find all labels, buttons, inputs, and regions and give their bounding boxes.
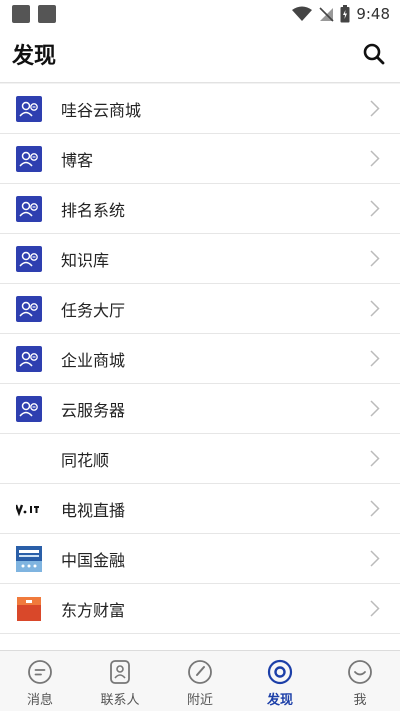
tv-logo-icon — [16, 504, 39, 517]
chevron-right-icon — [370, 200, 380, 217]
discover-list: 哇谷云商城 博客 排名系统 知识库 任务大厅 企业商城 云服务器 同花顺 电视直… — [0, 84, 400, 634]
discover-icon — [267, 659, 293, 685]
list-item[interactable]: 哇谷云商城 — [0, 84, 400, 134]
compass-icon — [188, 660, 212, 684]
contact-card-icon — [16, 346, 42, 372]
battery-icon — [340, 5, 350, 23]
tab-nearby[interactable]: 附近 — [160, 651, 240, 711]
status-bar: 9:48 — [0, 0, 400, 28]
list-item[interactable]: 云服务器 — [0, 384, 400, 434]
app-bar: 发现 — [0, 28, 400, 83]
chevron-right-icon — [370, 100, 380, 117]
finance-logo-icon — [16, 546, 42, 572]
page-title: 发现 — [12, 44, 57, 69]
tab-label: 附近 — [186, 693, 213, 708]
contact-card-icon — [16, 196, 42, 222]
chevron-right-icon — [370, 500, 380, 517]
status-time: 9:48 — [356, 5, 390, 23]
list-item[interactable]: 东方财富 — [0, 584, 400, 634]
notification-icon — [38, 5, 56, 23]
contacts-icon — [110, 660, 130, 684]
red-book-icon — [17, 597, 41, 621]
list-item-label: 企业商城 — [61, 351, 126, 370]
chevron-right-icon — [370, 300, 380, 317]
list-item-label: 中国金融 — [61, 551, 126, 570]
list-item-label: 电视直播 — [61, 501, 126, 520]
list-item-label: 云服务器 — [61, 401, 126, 420]
list-item-label: 同花顺 — [61, 451, 110, 470]
tab-label: 联系人 — [100, 693, 140, 708]
chevron-right-icon — [370, 400, 380, 417]
list-item — [0, 634, 400, 651]
smile-icon — [348, 660, 372, 684]
contact-card-icon — [16, 246, 42, 272]
list-item[interactable]: 博客 — [0, 134, 400, 184]
wifi-icon — [292, 6, 313, 21]
chevron-right-icon — [370, 250, 380, 267]
contact-card-icon — [16, 146, 42, 172]
list-item[interactable]: 电视直播 — [0, 484, 400, 534]
chevron-right-icon — [370, 150, 380, 167]
no-signal-icon — [319, 7, 334, 22]
chevron-right-icon — [370, 450, 380, 467]
notification-icon — [12, 5, 30, 23]
tab-label: 消息 — [26, 693, 53, 708]
tab-me[interactable]: 我 — [320, 651, 400, 711]
tab-contacts[interactable]: 联系人 — [80, 651, 160, 711]
list-item[interactable]: 同花顺 — [0, 434, 400, 484]
tab-messages[interactable]: 消息 — [0, 651, 80, 711]
list-item-label: 博客 — [61, 151, 94, 170]
chevron-right-icon — [370, 600, 380, 617]
contact-card-icon — [16, 96, 42, 122]
contact-card-icon — [16, 296, 42, 322]
list-item-label: 排名系统 — [61, 201, 126, 220]
chevron-right-icon — [370, 550, 380, 567]
list-item-label: 东方财富 — [61, 601, 126, 620]
list-item-label: 哇谷云商城 — [61, 101, 142, 120]
bottom-tab-bar: 消息 联系人 附近 发现 我 — [0, 650, 400, 711]
tab-label: 我 — [353, 693, 367, 708]
tab-label: 发现 — [266, 693, 293, 708]
chevron-right-icon — [370, 350, 380, 367]
list-item[interactable]: 知识库 — [0, 234, 400, 284]
list-item-label: 任务大厅 — [61, 301, 126, 320]
tab-discover[interactable]: 发现 — [240, 651, 320, 711]
list-item[interactable]: 中国金融 — [0, 534, 400, 584]
list-item[interactable]: 企业商城 — [0, 334, 400, 384]
list-item[interactable]: 任务大厅 — [0, 284, 400, 334]
list-item-label: 知识库 — [61, 251, 110, 270]
message-icon — [28, 660, 52, 684]
search-icon[interactable] — [362, 42, 386, 66]
list-item[interactable]: 排名系统 — [0, 184, 400, 234]
contact-card-icon — [16, 396, 42, 422]
